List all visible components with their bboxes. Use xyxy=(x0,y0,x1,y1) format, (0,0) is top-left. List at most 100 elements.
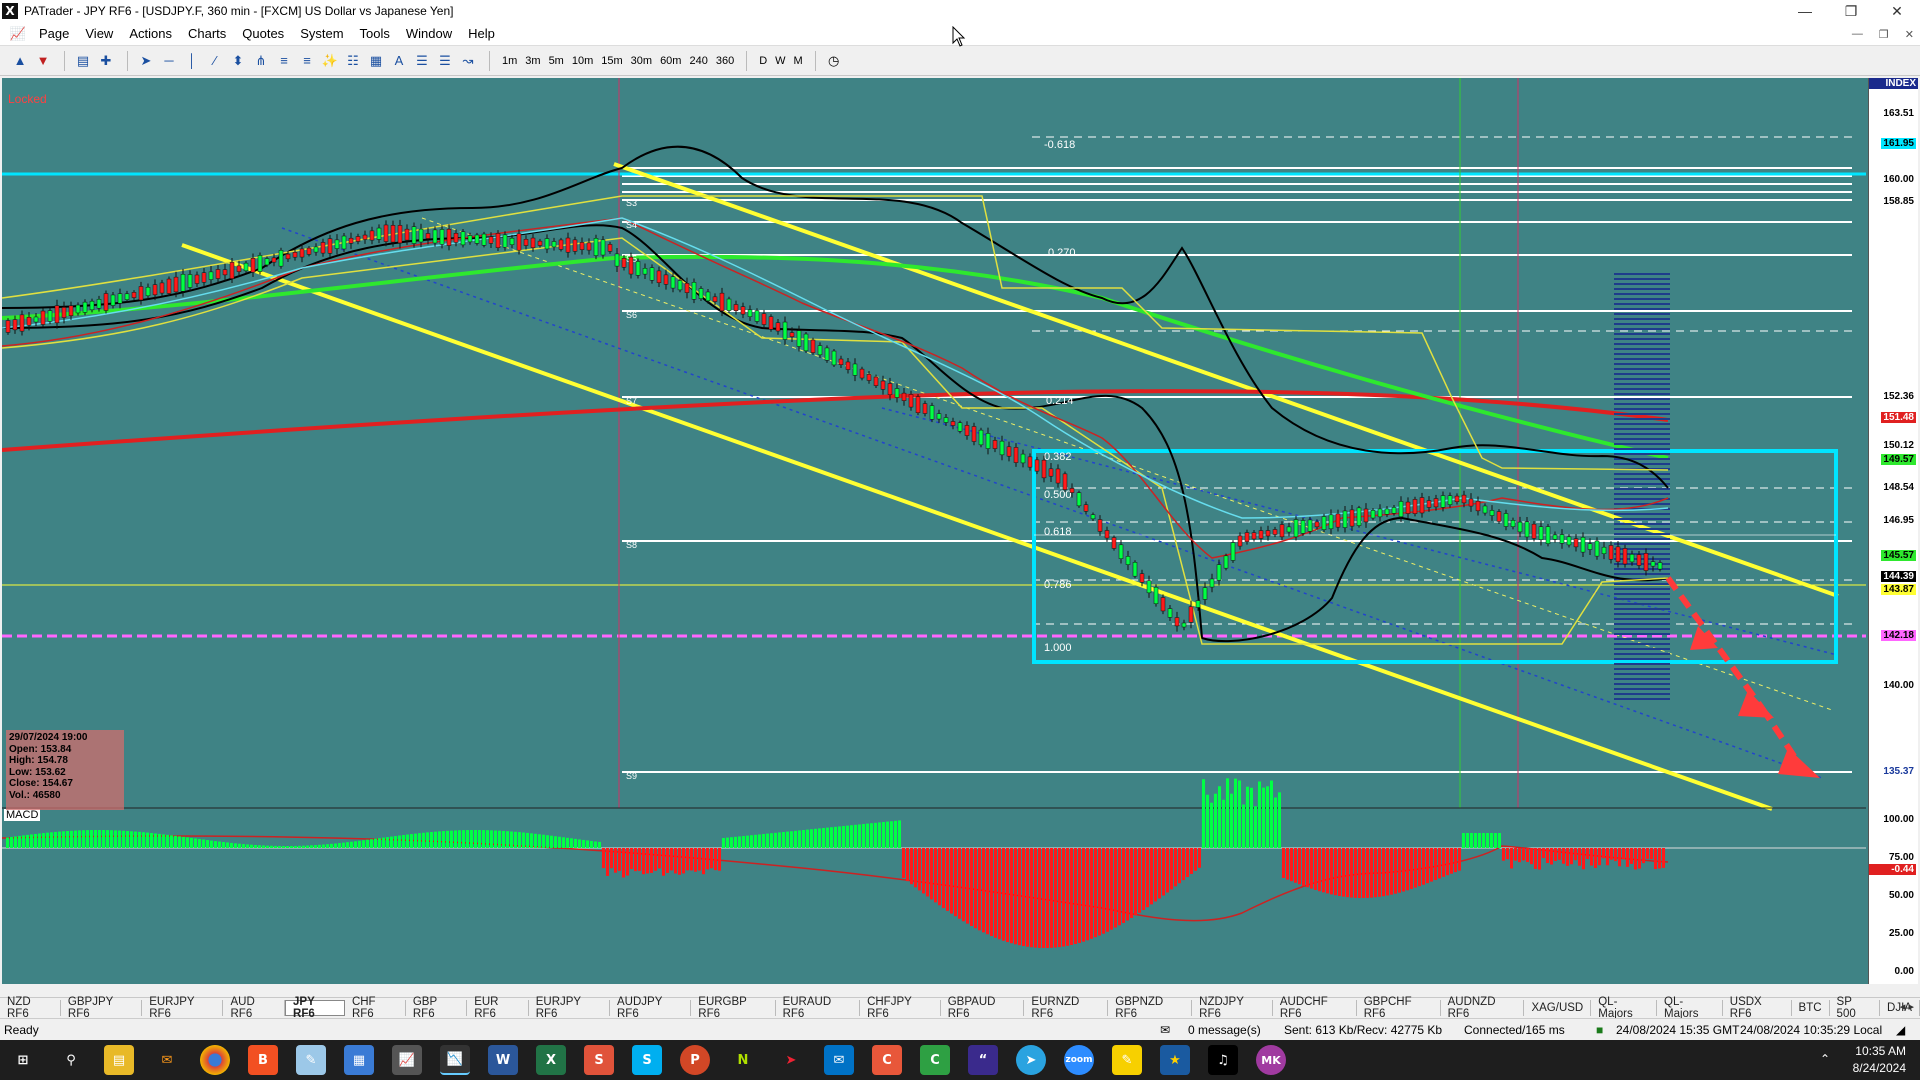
candle-body[interactable] xyxy=(1398,501,1404,517)
status-messages[interactable]: 0 message(s) xyxy=(1188,1023,1261,1037)
candle-body[interactable] xyxy=(481,233,487,246)
candle-body[interactable] xyxy=(1636,554,1642,566)
candle-body[interactable] xyxy=(187,274,193,288)
favorites-icon[interactable]: ★ xyxy=(1160,1045,1190,1075)
trend-line-icon[interactable]: ∕ xyxy=(205,51,225,71)
symbol-tab[interactable]: GBPJPY RF6 xyxy=(61,996,143,1020)
candle-body[interactable] xyxy=(936,413,942,420)
candle-body[interactable] xyxy=(131,292,137,298)
fibonacci-fan-icon[interactable]: ✨ xyxy=(320,51,340,71)
candle-body[interactable] xyxy=(943,417,949,423)
candle-body[interactable] xyxy=(824,347,830,361)
candle-body[interactable] xyxy=(1258,530,1264,539)
candle-body[interactable] xyxy=(1167,608,1173,618)
candle-body[interactable] xyxy=(1076,492,1082,507)
candle-body[interactable] xyxy=(446,228,452,246)
timeframe-30m[interactable]: 30m xyxy=(627,51,656,71)
powerpoint-icon[interactable]: P xyxy=(680,1045,710,1075)
fibonacci-retracement-icon[interactable]: ≡ xyxy=(274,51,294,71)
candle-body[interactable] xyxy=(495,233,501,248)
candle-body[interactable] xyxy=(1013,447,1019,463)
patrader-icon[interactable]: 📈 xyxy=(392,1045,422,1075)
timeframe-5m[interactable]: 5m xyxy=(545,51,568,71)
candle-body[interactable] xyxy=(418,228,424,243)
candle-body[interactable] xyxy=(1552,534,1558,540)
candle-body[interactable] xyxy=(565,237,571,253)
candle-body[interactable] xyxy=(1573,538,1579,548)
channel-icon[interactable]: ⬍ xyxy=(228,51,248,71)
candle-body[interactable] xyxy=(1426,500,1432,508)
candle-body[interactable] xyxy=(33,316,39,323)
candle-body[interactable] xyxy=(579,242,585,250)
candle-body[interactable] xyxy=(488,236,494,244)
candle-body[interactable] xyxy=(782,321,788,340)
candle-body[interactable] xyxy=(999,440,1005,456)
timeframe-w[interactable]: W xyxy=(771,51,789,71)
symbol-tab[interactable]: EURGBP RF6 xyxy=(691,996,776,1020)
candle-body[interactable] xyxy=(110,294,116,306)
candle-body[interactable] xyxy=(964,425,970,436)
candle-body[interactable] xyxy=(586,242,592,251)
candle-body[interactable] xyxy=(1293,519,1299,538)
menu-actions[interactable]: Actions xyxy=(121,22,180,46)
candle-body[interactable] xyxy=(1188,606,1194,623)
candle-body[interactable] xyxy=(922,403,928,414)
candle-body[interactable] xyxy=(1657,562,1663,570)
symbol-tab[interactable]: GBPAUD RF6 xyxy=(941,996,1025,1020)
symbol-tab[interactable]: CHFJPY RF6 xyxy=(860,996,941,1020)
candle-body[interactable] xyxy=(1377,508,1383,518)
symbol-tab[interactable]: QL-Majors xyxy=(1591,996,1657,1020)
symbol-tab[interactable]: EURJPY RF6 xyxy=(529,996,610,1020)
candle-body[interactable] xyxy=(432,229,438,244)
candle-body[interactable] xyxy=(754,310,760,322)
candle-body[interactable] xyxy=(551,241,557,248)
word-icon[interactable]: W xyxy=(488,1045,518,1075)
timeframe-d[interactable]: D xyxy=(755,51,771,71)
candle-body[interactable] xyxy=(299,248,305,258)
candle-body[interactable] xyxy=(1083,504,1089,512)
pivot-levels-icon[interactable]: ☰ xyxy=(412,51,432,71)
tab-scroll-arrows-icon[interactable]: ◂ ▸ xyxy=(1900,1000,1914,1013)
candle-body[interactable] xyxy=(1503,513,1509,527)
symbol-tab[interactable]: SP 500 xyxy=(1830,996,1881,1020)
candle-body[interactable] xyxy=(278,250,284,267)
candle-body[interactable] xyxy=(376,227,382,240)
candle-body[interactable] xyxy=(355,236,361,242)
candle-body[interactable] xyxy=(537,240,543,246)
candle-body[interactable] xyxy=(1006,446,1012,457)
candle-body[interactable] xyxy=(208,271,214,280)
candle-body[interactable] xyxy=(1160,597,1166,612)
notes-app-icon[interactable]: ✎ xyxy=(296,1045,326,1075)
candle-body[interactable] xyxy=(1230,542,1236,561)
candle-body[interactable] xyxy=(1055,468,1061,484)
candle-body[interactable] xyxy=(201,272,207,283)
candle-body[interactable] xyxy=(1538,526,1544,540)
candle-body[interactable] xyxy=(1454,495,1460,502)
timeframe-60m[interactable]: 60m xyxy=(656,51,685,71)
sticky-notes-icon[interactable]: ✎ xyxy=(1112,1045,1142,1075)
candle-body[interactable] xyxy=(887,383,893,395)
candle-body[interactable] xyxy=(124,293,130,300)
candle-body[interactable] xyxy=(1321,516,1327,530)
minimize-button[interactable]: — xyxy=(1782,0,1828,22)
candle-body[interactable] xyxy=(649,267,655,281)
candle-body[interactable] xyxy=(1090,514,1096,520)
candle-body[interactable] xyxy=(1391,507,1397,514)
candle-body[interactable] xyxy=(89,300,95,311)
excel-icon[interactable]: X xyxy=(536,1045,566,1075)
candle-body[interactable] xyxy=(894,388,900,398)
cursor-icon[interactable]: ➤ xyxy=(136,51,156,71)
candle-body[interactable] xyxy=(68,305,74,316)
windows-start-icon[interactable]: ⊞ xyxy=(8,1045,38,1075)
candle-body[interactable] xyxy=(152,284,158,296)
candle-body[interactable] xyxy=(684,283,690,293)
candle-body[interactable] xyxy=(1475,500,1481,512)
text-icon[interactable]: A xyxy=(389,51,409,71)
candle-body[interactable] xyxy=(663,274,669,285)
candle-body[interactable] xyxy=(103,293,109,311)
mail-app-icon[interactable]: ✉ xyxy=(152,1045,182,1075)
candle-body[interactable] xyxy=(1601,546,1607,554)
symbol-tab[interactable]: QL-Majors xyxy=(1657,996,1723,1020)
candle-body[interactable] xyxy=(1594,540,1600,557)
mail-icon[interactable]: ✉ xyxy=(1160,1023,1170,1037)
